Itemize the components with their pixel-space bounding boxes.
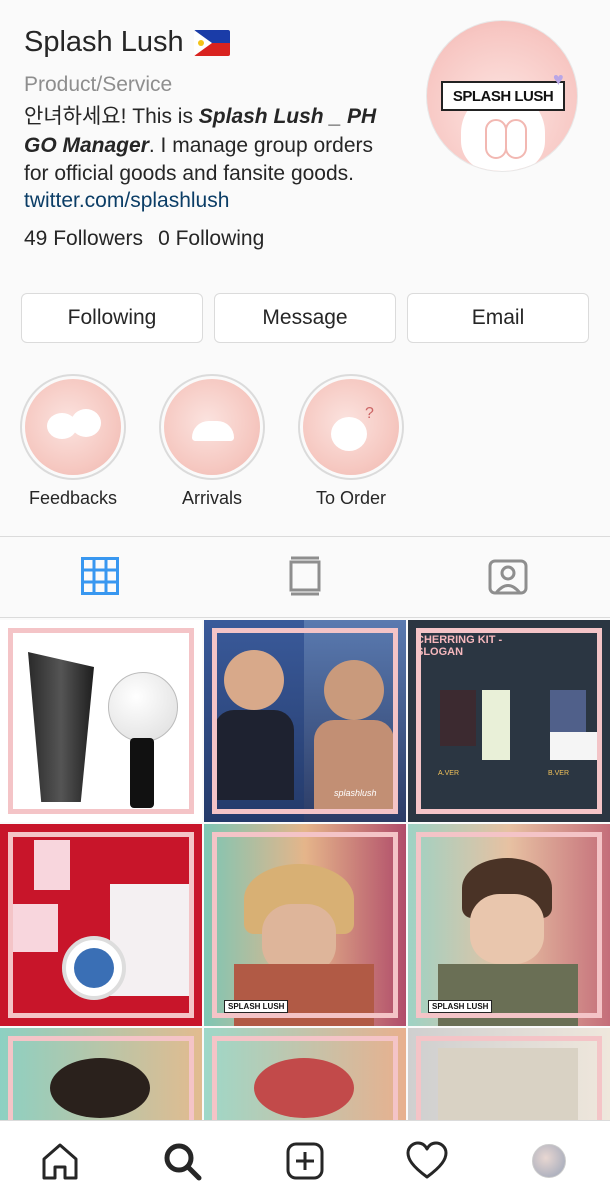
profile-category: Product/Service <box>24 73 173 96</box>
home-icon[interactable] <box>38 1139 82 1183</box>
philippines-flag-icon <box>193 29 230 56</box>
profile-bio: 안녀하세요! This is Splash Lush _ PH GO Manag… <box>24 103 394 189</box>
profile-name-row: Splash Lush <box>24 26 230 59</box>
tagged-photos-icon[interactable] <box>488 556 528 596</box>
activity-heart-icon[interactable] <box>405 1139 449 1183</box>
post-merch-set[interactable] <box>0 824 202 1026</box>
tabs-divider-top <box>0 536 610 537</box>
post-watermark: splashlush <box>334 788 377 798</box>
cats-illustration <box>25 379 121 475</box>
bio-intro: 안녀하세요! This is <box>24 105 199 128</box>
post-photo-suga[interactable]: SPLASH LUSH <box>408 824 610 1026</box>
avatar-logo: SPLASH LUSH <box>441 81 565 111</box>
following-button[interactable]: Following <box>21 293 203 343</box>
post-photo-row3-1[interactable] <box>0 1028 202 1120</box>
igtv-feed-icon[interactable] <box>285 556 325 596</box>
message-button[interactable]: Message <box>214 293 396 343</box>
highlight-ring: ? <box>298 374 404 480</box>
highlight-feedbacks[interactable]: Feedbacks <box>20 374 126 509</box>
highlight-to-order[interactable]: ? To Order <box>298 374 404 509</box>
following-count[interactable]: 0 Following <box>158 227 264 251</box>
profile-avatar[interactable]: SPLASH LUSH ♥ <box>426 20 578 172</box>
highlight-ring <box>20 374 126 480</box>
highlight-arrivals[interactable]: Arrivals <box>159 374 265 509</box>
highlight-ring <box>159 374 265 480</box>
post-photo-rm[interactable]: SPLASH LUSH <box>204 824 406 1026</box>
search-icon[interactable] <box>160 1139 204 1183</box>
bunny-question-illustration: ? <box>303 379 399 475</box>
profile-stats: 49 Followers 0 Following <box>24 227 264 251</box>
followers-count[interactable]: 49 Followers <box>24 227 143 251</box>
highlight-label: Arrivals <box>181 488 242 508</box>
profile-avatar-small[interactable] <box>527 1139 571 1183</box>
highlight-label: Feedbacks <box>28 488 118 508</box>
post-photo-stage[interactable]: splashlush <box>204 620 406 822</box>
posts-grid: splashlush CHERRING KIT - SLOGAN A.VER B… <box>0 620 610 1120</box>
post-photo-row3-3[interactable] <box>408 1028 610 1120</box>
grid-view-icon[interactable] <box>80 556 120 596</box>
bottom-nav <box>0 1120 610 1200</box>
post-slogan-kit[interactable]: CHERRING KIT - SLOGAN A.VER B.VER <box>408 620 610 822</box>
profile-link[interactable]: twitter.com/splashlush <box>24 189 229 213</box>
heart-icon: ♥ <box>553 69 564 89</box>
post-photo-row3-2[interactable] <box>204 1028 406 1120</box>
highlight-label: To Order <box>315 488 387 508</box>
cat-peek-illustration <box>164 379 260 475</box>
profile-name: Splash Lush <box>24 26 184 58</box>
post-tag: SPLASH LUSH <box>224 1000 289 1013</box>
post-lightstick[interactable] <box>0 620 202 822</box>
new-post-icon[interactable] <box>283 1139 327 1183</box>
email-button[interactable]: Email <box>407 293 589 343</box>
tabs-divider-bottom <box>0 617 610 618</box>
post-tag: SPLASH LUSH <box>428 1000 493 1013</box>
